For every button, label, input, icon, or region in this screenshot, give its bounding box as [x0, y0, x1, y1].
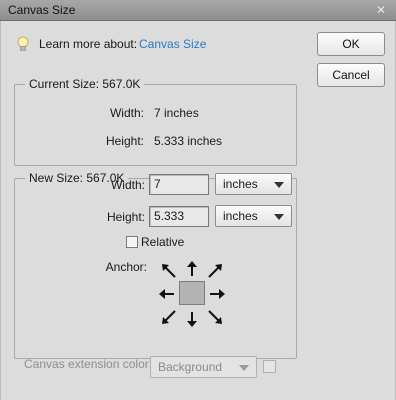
current-width-label: Width:: [109, 106, 144, 120]
extension-color-label: Canvas extension color:: [24, 357, 153, 371]
height-unit-select[interactable]: inches: [215, 205, 292, 227]
width-unit-value: inches: [223, 177, 258, 191]
arrow-down-icon[interactable]: [184, 311, 200, 327]
help-link[interactable]: Canvas Size: [139, 37, 206, 51]
arrow-left-icon[interactable]: [159, 286, 175, 302]
lightbulb-icon: [17, 36, 29, 51]
anchor-grid: [159, 261, 225, 327]
chevron-down-icon: [274, 182, 284, 188]
title-bar: Canvas Size ✕: [0, 0, 396, 21]
height-unit-value: inches: [223, 209, 258, 223]
relative-checkbox[interactable]: [126, 236, 138, 248]
relative-label[interactable]: Relative: [141, 235, 184, 249]
arrow-up-left-icon[interactable]: [161, 263, 177, 279]
current-size-legend: Current Size: 567.0K: [25, 77, 145, 91]
anchor-center[interactable]: [179, 281, 205, 305]
extension-color-select[interactable]: Background: [150, 356, 257, 378]
help-prefix: Learn more about:: [39, 37, 138, 51]
new-height-label: Height:: [106, 210, 145, 224]
current-height-label: Height:: [105, 134, 144, 148]
width-input[interactable]: 7: [149, 174, 209, 195]
arrow-right-icon[interactable]: [209, 286, 225, 302]
close-icon[interactable]: ✕: [374, 2, 388, 18]
current-width-value: 7 inches: [154, 106, 199, 120]
arrow-up-right-icon[interactable]: [207, 263, 223, 279]
ok-button[interactable]: OK: [317, 32, 385, 56]
arrow-down-right-icon[interactable]: [207, 309, 223, 325]
height-input[interactable]: 5.333: [149, 206, 209, 227]
window-title: Canvas Size: [8, 3, 76, 17]
extension-color-swatch[interactable]: [263, 360, 276, 373]
anchor-label: Anchor:: [105, 260, 147, 274]
current-size-group: Current Size: 567.0K Width: 7 inches Hei…: [14, 77, 297, 166]
new-width-label: Width:: [110, 178, 145, 192]
arrow-up-icon[interactable]: [184, 261, 200, 277]
arrow-down-left-icon[interactable]: [161, 309, 177, 325]
chevron-down-icon: [274, 214, 284, 220]
width-unit-select[interactable]: inches: [215, 173, 292, 195]
cancel-button[interactable]: Cancel: [317, 63, 385, 87]
chevron-down-icon: [239, 365, 249, 371]
extension-color-value: Background: [158, 360, 223, 374]
current-height-value: 5.333 inches: [154, 134, 223, 148]
canvas-size-dialog: Learn more about: Canvas Size OK Cancel …: [0, 21, 396, 400]
